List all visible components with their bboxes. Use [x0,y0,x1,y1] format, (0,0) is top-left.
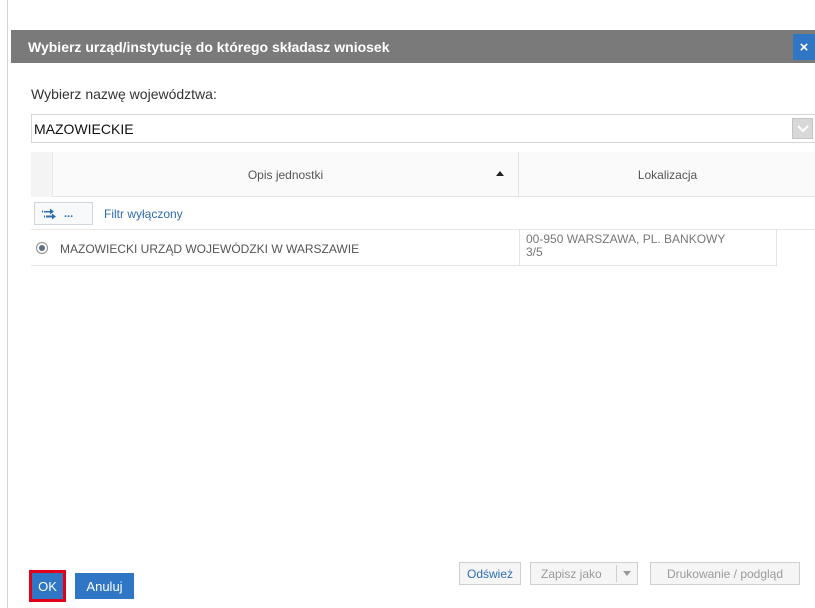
cancel-button[interactable]: Anuluj [75,573,134,599]
ok-button[interactable]: OK [29,570,66,602]
column-header-description[interactable]: Opis jednostki [53,152,519,197]
grid-header: Opis jednostki Lokalizacja [31,152,815,197]
chevron-down-icon [796,124,809,132]
column-header-location-label: Lokalizacja [637,167,698,182]
page-edge [0,0,8,608]
filter-row: ... Filtr wyłączony [31,197,815,230]
dialog-title: Wybierz urząd/instytucję do którego skła… [28,39,390,55]
row-radio-selected[interactable] [36,242,48,254]
print-preview-button[interactable]: Drukowanie / podgląd [650,562,800,585]
column-header-location[interactable]: Lokalizacja [519,152,815,197]
row-description: MAZOWIECKI URZĄD WOJEWÓDZKI W WARSZAWIE [60,242,360,256]
table-row[interactable]: MAZOWIECKI URZĄD WOJEWÓDZKI W WARSZAWIE … [31,230,776,266]
save-as-button[interactable]: Zapisz jako [530,562,638,585]
save-as-button-label: Zapisz jako [541,566,602,581]
close-icon: × [799,38,809,56]
row-location: 00-950 WARSZAWA, PL. BANKOWY 3/5 [519,230,776,266]
print-preview-button-label: Drukowanie / podgląd [666,566,784,581]
sort-ascending-icon [496,171,504,176]
voivodeship-selected-value: MAZOWIECKIE [34,121,134,137]
refresh-button-label: Odśwież [466,566,513,581]
filter-button[interactable]: ... [34,202,93,225]
filter-status-link[interactable]: Filtr wyłączony [104,207,183,221]
column-header-description-label: Opis jednostki [247,167,324,182]
ok-button-label: OK [38,578,57,594]
row-divider [776,230,777,266]
dropdown-arrow-button[interactable] [792,118,813,139]
save-as-dropdown[interactable] [617,571,637,576]
close-button[interactable]: × [793,34,815,60]
filter-arrows-icon [42,208,56,219]
caret-down-icon [623,571,632,576]
row-location-line2: 3/5 [526,245,543,259]
select-office-dialog: Wybierz urząd/instytucję do którego skła… [11,30,815,608]
office-grid: Opis jednostki Lokalizacja ... Filtr wył… [31,152,815,577]
cancel-button-label: Anuluj [86,578,123,594]
row-location-line1: 00-950 WARSZAWA, PL. BANKOWY [526,232,726,246]
voivodeship-select[interactable]: MAZOWIECKIE [31,114,815,143]
select-column-header [31,152,53,197]
voivodeship-label: Wybierz nazwę województwa: [31,86,217,102]
filter-button-label: ... [64,207,74,220]
refresh-button[interactable]: Odśwież [459,562,521,585]
dialog-titlebar: Wybierz urząd/instytucję do którego skła… [11,30,815,63]
